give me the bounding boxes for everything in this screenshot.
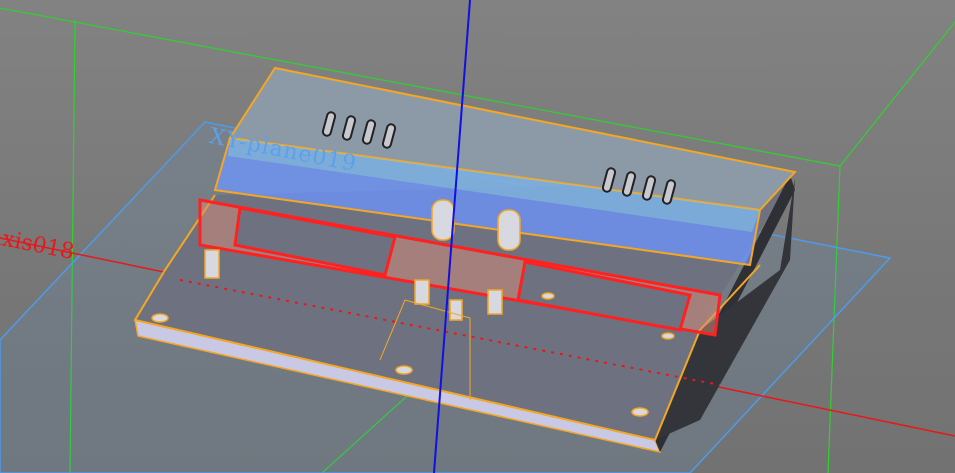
3d-viewport[interactable]: XY-plane019 axis018 — [0, 0, 955, 473]
scene — [0, 0, 955, 473]
